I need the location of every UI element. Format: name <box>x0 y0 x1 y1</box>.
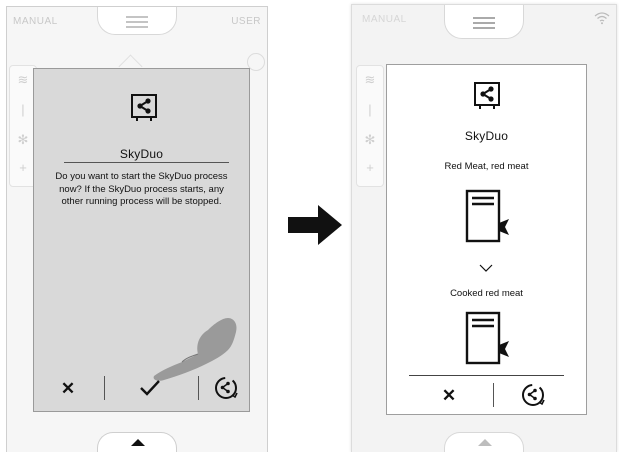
skyduo-confirm-dialog: SkyDuo Do you want to start the SkyDuo p… <box>33 68 250 412</box>
close-icon: ✕ <box>441 385 457 405</box>
top-bar: MANUAL USER <box>7 7 267 37</box>
separator <box>104 376 105 400</box>
separator <box>198 376 199 400</box>
checkmark-icon <box>140 380 160 396</box>
caret-up-icon <box>478 439 492 446</box>
title-divider <box>64 162 229 163</box>
dialog-action-bar: ✕ <box>387 377 586 413</box>
menu-tab[interactable] <box>444 5 524 39</box>
sidebar-tabs: ≋ | ✻ + <box>356 65 384 187</box>
dialog-title: SkyDuo <box>119 147 164 161</box>
dialog-title: SkyDuo <box>464 129 509 143</box>
target-program-label: Cooked red meat <box>450 288 523 299</box>
dialog-message: Do you want to start the SkyDuo process … <box>55 171 228 207</box>
recipe-card-icon <box>465 189 509 243</box>
skyduo-button[interactable] <box>206 368 246 408</box>
action-divider <box>409 375 564 376</box>
skyduo-share-icon <box>131 94 157 121</box>
confirm-button[interactable] <box>130 368 170 408</box>
cancel-button[interactable]: ✕ <box>50 368 86 408</box>
user-label[interactable]: USER <box>231 16 261 27</box>
skyduo-cycle-icon <box>215 377 238 399</box>
menu-tab[interactable] <box>97 7 177 35</box>
bottom-drawer-tab[interactable] <box>97 432 177 452</box>
recipe-card-icon <box>465 311 509 365</box>
close-icon: ✕ <box>60 378 76 398</box>
top-bar: MANUAL <box>352 5 616 39</box>
add-icon[interactable]: + <box>357 160 383 175</box>
mode-label[interactable]: MANUAL <box>362 14 407 25</box>
layers-icon[interactable]: ≋ <box>357 72 383 88</box>
chevron-down-icon <box>479 264 493 272</box>
snowflake-icon[interactable]: ✻ <box>357 132 383 148</box>
separator <box>493 383 494 407</box>
mode-label[interactable]: MANUAL <box>13 16 58 27</box>
thermometer-icon[interactable]: | <box>357 102 383 117</box>
cancel-button[interactable]: ✕ <box>431 377 467 413</box>
bottom-drawer-tab[interactable] <box>444 432 524 452</box>
dialog-action-bar: ✕ <box>34 368 249 408</box>
skyduo-share-icon <box>474 82 500 109</box>
skyduo-button[interactable] <box>513 377 553 413</box>
source-program-label: Red Meat, red meat <box>444 161 529 172</box>
menu-icon <box>473 17 495 32</box>
arrow-right-icon <box>288 205 342 245</box>
menu-icon <box>126 16 148 31</box>
skyduo-cycle-icon <box>522 384 545 406</box>
skyduo-program-dialog: SkyDuo Red Meat, red meat Cooked red mea… <box>386 64 587 415</box>
caret-up-icon <box>131 439 145 446</box>
wifi-icon <box>594 12 610 25</box>
